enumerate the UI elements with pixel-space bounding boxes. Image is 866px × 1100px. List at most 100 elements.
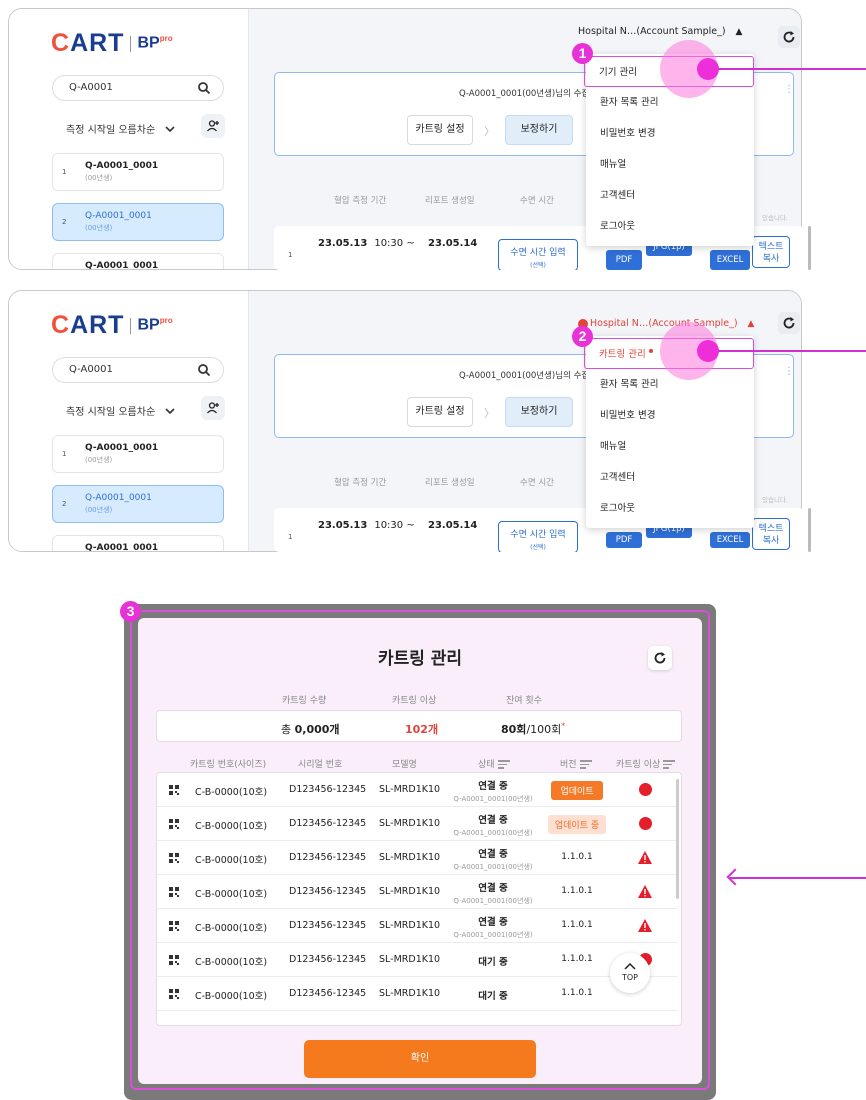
copy-text-button[interactable]: 텍스트 복사 [752,236,790,268]
refresh-icon [783,317,795,329]
remaining-count: 80회/100회* [501,721,566,736]
warning-triangle-icon [638,851,652,864]
error-circle-icon [638,783,652,796]
menu-item-change-password[interactable]: 비밀번호 변경 [586,118,754,149]
issue-indicator [633,851,657,865]
cartridge-abnormal: 102개 [405,723,439,736]
cartridge-settings-button[interactable]: 카트링 설정 [407,397,473,427]
search-icon[interactable] [197,81,211,95]
col-header-version[interactable]: 버전 [560,757,592,771]
table-scrollbar[interactable] [676,779,679,899]
table-row[interactable]: C-B-0000(10호) D123456-12345 SL-MRD1K10 연… [157,875,677,909]
warning-triangle-icon [638,885,652,898]
sort-dropdown[interactable]: 측정 시작일 오름차순 [66,121,175,136]
patient-item[interactable]: 1 Q-A0001_0001 (00년생) [52,435,224,473]
issue-indicator [633,817,657,831]
excel-button[interactable]: EXCEL [710,250,750,270]
more-icon[interactable]: ⋮ [784,367,794,377]
refresh-icon [783,31,795,43]
step-badge-2: 2 [572,326,593,347]
patient-item-selected[interactable]: 2 Q-A0001_0001 (00년생) [52,485,224,523]
warning-triangle-icon [638,919,652,932]
chevron-up-icon [624,962,636,970]
step-badge-1: 1 [572,43,593,64]
hospital-account-dropdown[interactable]: Hospital N…(Account Sample_) ▲ [578,318,754,329]
more-icon[interactable]: ⋮ [784,85,794,95]
qr-code-icon [169,887,179,897]
updating-badge: 업데이트 중 [547,815,607,834]
search-input[interactable]: Q-A0001 [52,357,224,383]
copy-text-button[interactable]: 텍스트 복사 [752,518,790,550]
col-header-cartridge-id: 카트링 번호(사이즈) [190,760,267,770]
refresh-button[interactable] [648,646,672,670]
add-user-icon [207,402,219,414]
table-row[interactable]: C-B-0000(10호) D123456-12345 SL-MRD1K10 연… [157,841,677,875]
menu-item-change-password[interactable]: 비밀번호 변경 [586,400,754,431]
excel-button[interactable]: EXCEL [710,532,750,548]
menu-item-manual[interactable]: 매뉴얼 [586,431,754,462]
confirm-button[interactable]: 확인 [304,1040,536,1078]
patient-item[interactable]: Q-A0001_0001 [52,253,224,269]
table-row[interactable]: C-B-0000(10호) D123456-12345 SL-MRD1K10 대… [157,943,677,977]
logo: CART BPpro [51,29,173,57]
calibrate-button[interactable]: 보정하기 [505,115,573,145]
chevron-down-icon [165,125,175,132]
sort-filter-icon [579,758,592,771]
issue-indicator [633,885,657,899]
sidebar: CART BPpro Q-A0001 측정 시작일 오름차순 1 Q-A0001… [9,9,249,269]
alert-dot-icon [648,348,653,353]
dialog-title: 카트링 관리 [377,649,463,669]
pdf-button[interactable]: PDF [606,532,642,548]
add-user-button[interactable] [201,396,225,420]
calibrate-button[interactable]: 보정하기 [505,397,573,427]
touch-point [697,340,719,362]
chevron-right-icon: 〉 [484,407,495,420]
table-row[interactable]: C-B-0000(10호) D123456-12345 SL-MRD1K10 대… [157,977,677,1011]
refresh-button[interactable] [778,312,800,334]
patient-item-selected[interactable]: 2 Q-A0001_0001 (00년생) [52,203,224,241]
hospital-account-dropdown[interactable]: Hospital N…(Account Sample_) ▲ [578,26,742,37]
scrollbar[interactable] [808,226,811,270]
pdf-button[interactable]: PDF [606,250,642,270]
refresh-icon [654,652,666,664]
issue-indicator [633,919,657,933]
table-row[interactable]: C-B-0000(10호) D123456-12345 SL-MRD1K10 연… [157,909,677,943]
issue-indicator [633,783,657,797]
menu-item-logout[interactable]: 로그아웃 [586,211,754,242]
cartridge-management-dialog: 카트링 관리 카트링 수량 카트링 이상 잔여 횟수 총 0,000개 102개… [138,618,702,1084]
col-header-model: 모델명 [392,760,417,770]
qr-code-icon [169,955,179,965]
cartridge-settings-button[interactable]: 카트링 설정 [407,115,473,145]
patient-item[interactable]: 1 Q-A0001_0001 (00년생) [52,153,224,191]
sleep-time-button[interactable]: 수면 시간 입력 (선택) [498,239,578,270]
qr-code-icon [169,989,179,999]
table-row[interactable]: C-B-0000(10호) D123456-12345 SL-MRD1K10 연… [157,773,677,807]
update-button[interactable]: 업데이트 [551,781,603,800]
menu-item-logout[interactable]: 로그아웃 [586,493,754,524]
menu-item-support[interactable]: 고객센터 [586,462,754,493]
add-user-button[interactable] [201,114,225,138]
table-row[interactable]: C-B-0000(10호) D123456-12345 SL-MRD1K10 연… [157,807,677,841]
sleep-time-button[interactable]: 수면 시간 입력 (선택) [498,521,578,552]
menu-item-support[interactable]: 고객센터 [586,180,754,211]
scroll-top-button[interactable]: TOP [610,953,650,993]
callout-line [718,350,866,352]
search-input[interactable]: Q-A0001 [52,75,224,101]
chevron-down-icon [165,407,175,414]
touch-point [697,58,719,80]
sort-filter-icon [663,758,676,771]
col-header-status[interactable]: 상태 [478,757,510,771]
refresh-button[interactable] [778,26,800,48]
col-header-issue[interactable]: 카트링 이상 [616,757,676,771]
menu-item-manual[interactable]: 매뉴얼 [586,149,754,180]
step-badge-3: 3 [120,601,141,622]
scrollbar[interactable] [808,508,811,552]
chevron-up-icon: ▲ [747,319,755,329]
error-circle-icon [638,817,652,830]
patient-item[interactable]: Q-A0001_0001 [52,535,224,551]
chevron-right-icon: 〉 [484,125,495,138]
add-user-icon [207,120,219,132]
qr-code-icon [169,853,179,863]
search-icon[interactable] [197,363,211,377]
sort-dropdown[interactable]: 측정 시작일 오름차순 [66,403,175,418]
